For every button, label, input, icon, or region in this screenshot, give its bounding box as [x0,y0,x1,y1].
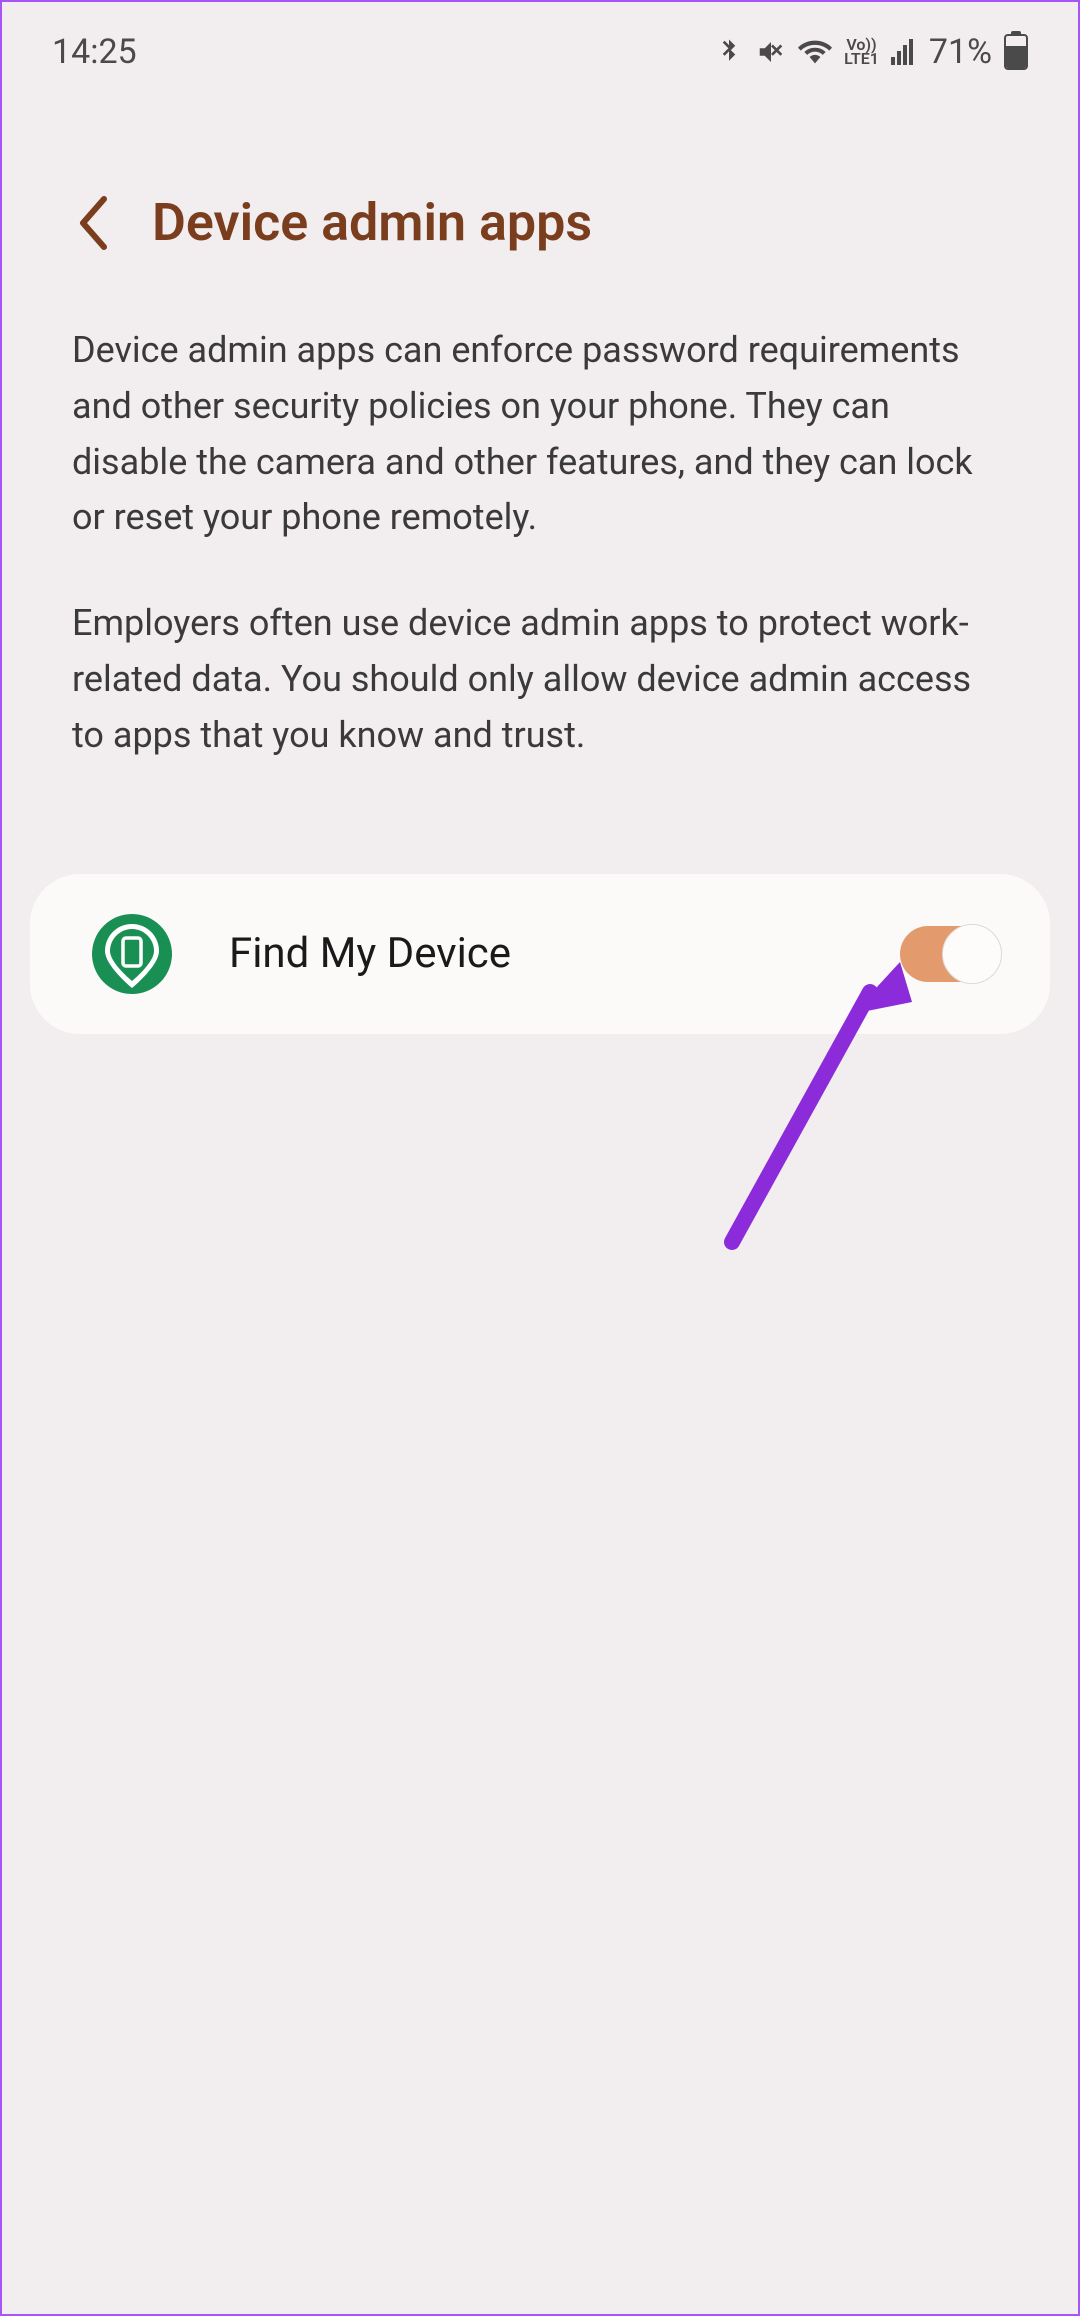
page-title: Device admin apps [152,192,592,253]
wifi-icon [798,35,832,69]
find-my-device-icon [90,912,174,996]
status-icons: Vo)) LTE1 71% [714,32,1028,72]
description-section: Device admin apps can enforce password r… [2,293,1078,854]
app-name-label: Find My Device [229,929,845,978]
app-toggle[interactable] [900,926,1000,982]
volte-icon: Vo)) LTE1 [844,38,879,67]
description-paragraph-2: Employers often use device admin apps to… [72,596,1008,763]
signal-icon [891,39,913,65]
battery-icon [1004,34,1028,70]
status-bar: 14:25 Vo)) LTE1 71% [2,2,1078,92]
page-header: Device admin apps [2,92,1078,293]
back-icon[interactable] [72,193,112,253]
mute-icon [756,37,786,67]
status-time: 14:25 [52,32,137,72]
toggle-knob [942,924,1002,984]
app-row-find-my-device[interactable]: Find My Device [30,874,1050,1034]
description-paragraph-1: Device admin apps can enforce password r… [72,323,1008,546]
bluetooth-icon [714,37,744,67]
battery-percent: 71% [929,32,992,72]
